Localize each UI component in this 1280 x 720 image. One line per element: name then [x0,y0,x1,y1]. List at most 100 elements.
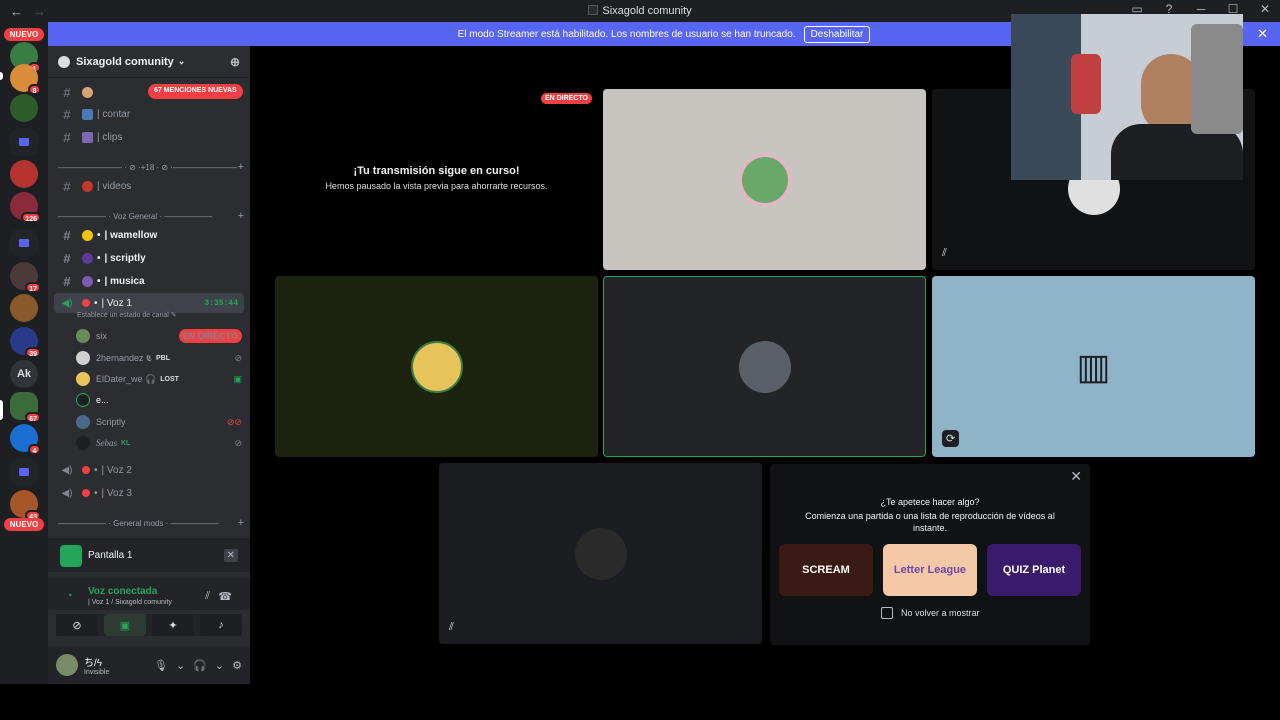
new-pill[interactable]: NUEVO [4,28,44,41]
voice-channel-voz2[interactable]: ◀) • | Voz 2 [54,460,244,480]
dont-show-again[interactable]: No volver a mostrar [881,607,980,619]
channel-contar[interactable]: # | contar [54,104,244,124]
channel-label: | clips [97,131,123,143]
voice-connected-sub[interactable]: | Voz 1 / Sixagold comunity [88,599,172,606]
chevron-down-icon[interactable]: ⌄ [176,659,185,672]
deafened-icon: ⊘ [234,437,242,448]
voice-user[interactable]: Sebas KL ⊘ [76,433,242,453]
activity-letter-league[interactable]: Letter League [883,544,977,596]
muted-icon: ⫽ [942,247,947,259]
close-banner-icon[interactable]: ✕ [1257,26,1268,42]
category-label: —————— · Voz General · —————— [58,211,213,221]
share-screen-button[interactable]: ▣ [104,614,146,636]
live-badge: EN DIRECTO [178,329,242,343]
hash-icon: # [63,227,71,243]
channel-clips[interactable]: # | clips [54,127,244,147]
microphone-icon[interactable]: 🎙 [154,659,168,672]
server-icon[interactable]: 126 [10,192,41,223]
username: Sebas [96,438,117,448]
folder-icon[interactable] [10,229,38,257]
server-icon[interactable]: 67 [10,392,41,423]
activity-scream[interactable]: SCREAM [779,544,873,596]
avatar[interactable] [56,654,78,676]
phone-icon [82,299,90,307]
stop-stream-icon[interactable]: ✕ [223,549,238,562]
server-icon[interactable]: 39 [10,327,41,358]
server-icon[interactable]: 8 [10,64,41,95]
chevron-down-icon[interactable]: ⌄ [215,659,224,672]
new-pill[interactable]: NUEVO [4,518,44,531]
avatar [76,372,90,386]
video-tile[interactable]: ▥ ⟳ [932,276,1255,457]
channel-label: | scriptly [104,252,146,264]
headphones-icon[interactable]: 🎧 [193,659,207,672]
category-voz-general[interactable]: —————— · Voz General · —————— + [58,209,244,223]
server-icon-ak[interactable]: Ak [10,360,38,388]
disconnect-icon[interactable]: ☎ [218,590,232,603]
noise-suppression-icon[interactable]: ⫽ [205,590,210,603]
avatar [574,527,627,580]
activities-button[interactable]: ✦ [152,614,194,636]
add-channel-icon[interactable]: + [238,161,244,173]
video-tile[interactable]: ⫽ [439,463,762,644]
channel-label: | contar [97,108,131,120]
invite-icon[interactable]: ⊕ [230,55,240,69]
back-button[interactable]: ← [10,4,23,19]
paused-stream-tile[interactable]: EN DIRECTO ¡Tu transmisión sigue en curs… [275,89,598,270]
voice-user[interactable]: six EN DIRECTO [76,326,242,346]
channel-videos[interactable]: # | videos [54,176,244,196]
add-channel-icon[interactable]: + [238,210,244,222]
activity-quiz-planet[interactable]: QUIZ Planet [987,544,1081,596]
folder-icon[interactable] [10,128,38,156]
voice-connected-label[interactable]: Voz conectada [88,586,157,597]
server-logo-icon [58,55,70,68]
close-icon[interactable]: ✕ [1070,468,1082,485]
server-rail: NUEVO 1 8 126 17 39 Ak 67 4 43 NUEVO [0,22,48,684]
voice-user[interactable]: 2hernandez 𝕮 PBL ⊘ [76,348,242,368]
soundboard-button[interactable]: ♪ [200,614,242,636]
close-window-button[interactable]: ✕ [1256,2,1274,16]
server-icon[interactable]: 4 [10,424,41,455]
user-info[interactable]: ち/ϟ Invisible [84,654,109,676]
video-tile-speaking[interactable] [603,276,926,457]
activity-prompt: ✕ ¿Te apetece hacer algo? Comienza una p… [770,464,1090,645]
speaker-icon: ◀) [61,487,73,499]
mentions-badge[interactable]: 67 MENCIONES NUEVAS [148,84,243,99]
video-tile[interactable] [275,276,598,457]
channel-wamellow[interactable]: # • | wamellow [54,225,244,245]
channel-scriptly[interactable]: # • | scriptly [54,248,244,268]
channel-label: | videos [97,180,132,192]
webcam-chair [1191,24,1243,134]
camera-off-button[interactable]: ⊘ [56,614,98,636]
server-icon[interactable] [10,160,38,188]
channel-status[interactable]: Establece un estado de canal ✎ [77,311,177,319]
signal-icon[interactable]: ◔ [66,590,73,602]
channel-musica[interactable]: # • | musica [54,271,244,291]
live-badge: EN DIRECTO [540,93,592,104]
forward-button[interactable]: → [33,4,46,19]
hash-icon: # [63,250,71,266]
user-tag: PBL [156,354,171,362]
emoji-icon [82,180,93,192]
server-icon [588,5,599,15]
checkbox[interactable] [881,607,893,619]
server-icon[interactable]: 43 [10,490,41,521]
video-tile[interactable] [603,89,926,270]
voice-channel-voz1[interactable]: ◀) • | Voz 1 3:35:44 [54,293,244,313]
server-icon[interactable] [10,294,38,322]
add-channel-icon[interactable]: + [238,517,244,529]
server-icon[interactable] [10,94,38,122]
badge: 4 [28,444,41,455]
disable-streamer-button[interactable]: Deshabilitar [803,25,871,43]
server-header[interactable]: Sixagold comunity ⌄ ⊕ [48,46,250,78]
settings-gear-icon[interactable]: ⚙ [232,659,242,672]
server-icon[interactable]: 17 [10,262,41,293]
folder-icon[interactable] [10,458,38,486]
voice-user[interactable]: ElDater_we 🎧 LOST ▣ [76,369,242,389]
category-nsfw[interactable]: ———————— · ⊘ ·+18 · ⊘ ·———————— + [58,160,244,174]
category-label: ———————— · ⊘ ·+18 · ⊘ ·———————— [58,162,237,172]
voice-user[interactable]: e... [76,390,242,410]
category-general-mods[interactable]: —————— · General mods · —————— + [58,516,244,530]
voice-user[interactable]: Scriptly ⊘⊘ [76,412,242,432]
voice-channel-voz3[interactable]: ◀) • | Voz 3 [54,483,244,503]
